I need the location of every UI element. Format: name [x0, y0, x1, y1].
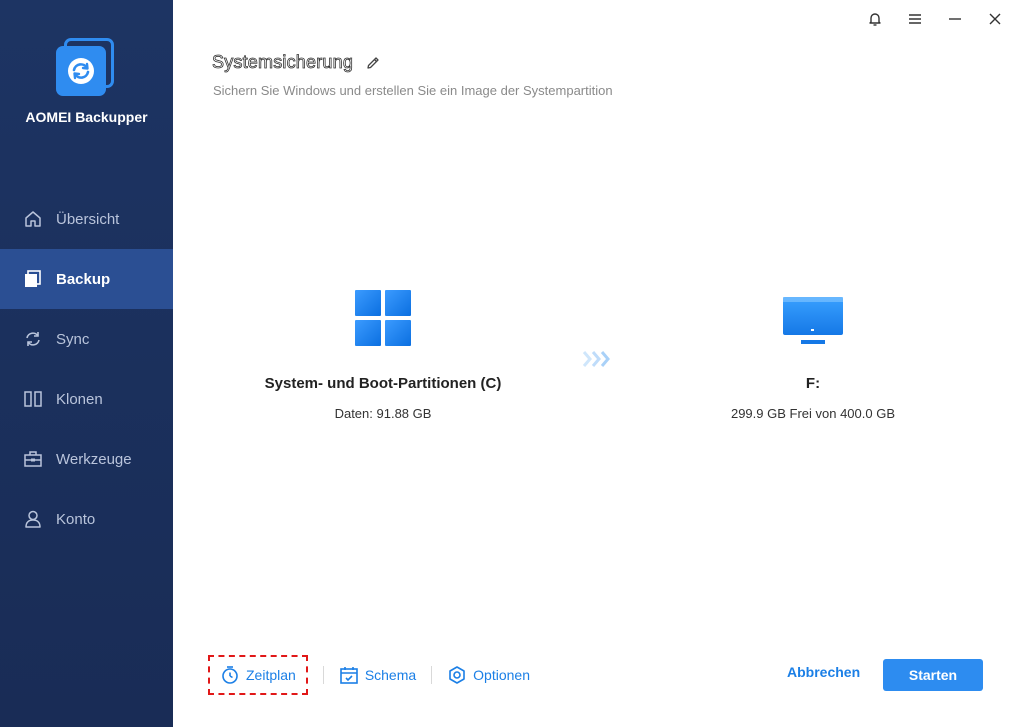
window-controls: [855, 8, 1015, 30]
sync-logo-icon: [68, 58, 94, 84]
clone-icon: [23, 389, 43, 409]
monitor-icon: [782, 290, 844, 346]
scheme-button[interactable]: Schema: [339, 655, 416, 695]
hamburger-icon: [909, 14, 921, 24]
sidebar: AOMEI Backupper Übersicht Backup Sync Kl…: [0, 0, 173, 727]
sidebar-item-label: Werkzeuge: [56, 450, 132, 468]
sidebar-item-sync[interactable]: Sync: [0, 309, 173, 369]
sidebar-item-clone[interactable]: Klonen: [0, 369, 173, 429]
source-selector[interactable]: System- und Boot-Partitionen (C) Daten: …: [255, 290, 511, 421]
sidebar-item-label: Konto: [56, 510, 96, 528]
destination-selector[interactable]: F: 299.9 GB Frei von 400.0 GB: [713, 290, 913, 421]
main-panel: Systemsicherung Sichern Sie Windows und …: [173, 0, 1023, 727]
close-icon: [989, 13, 1001, 25]
user-icon: [23, 509, 43, 529]
page-title[interactable]: Systemsicherung: [212, 52, 354, 73]
sidebar-item-overview[interactable]: Übersicht: [0, 189, 173, 249]
minimize-button[interactable]: [935, 8, 975, 30]
close-button[interactable]: [975, 8, 1015, 30]
sidebar-item-account[interactable]: Konto: [0, 489, 173, 549]
page-subtitle: Sichern Sie Windows und erstellen Sie ei…: [213, 83, 613, 98]
app-name: AOMEI Backupper: [25, 109, 148, 125]
windows-icon: [355, 290, 411, 346]
toolbox-icon: [23, 449, 43, 469]
stopwatch-icon: [220, 665, 240, 685]
options-button[interactable]: Optionen: [447, 655, 530, 695]
source-info: Daten: 91.88 GB: [334, 406, 432, 421]
sidebar-nav: Übersicht Backup Sync Klonen Werkzeuge K…: [0, 189, 173, 549]
scheme-label: Schema: [364, 667, 417, 683]
sidebar-item-label: Übersicht: [56, 210, 120, 228]
sidebar-item-label: Backup: [56, 270, 111, 288]
title-row: Systemsicherung: [212, 52, 381, 73]
sidebar-item-tools[interactable]: Werkzeuge: [0, 429, 173, 489]
backup-icon: [23, 269, 43, 289]
forward-arrows-icon: [582, 348, 614, 370]
sidebar-item-backup[interactable]: Backup: [0, 249, 173, 309]
bell-icon: [869, 13, 881, 26]
sync-icon: [23, 329, 43, 349]
destination-info: 299.9 GB Frei von 400.0 GB: [730, 406, 896, 421]
sidebar-item-label: Sync: [56, 330, 90, 348]
sidebar-item-label: Klonen: [56, 390, 103, 408]
home-icon: [23, 209, 43, 229]
edit-pencil-icon[interactable]: [365, 55, 381, 71]
toolbar-divider: [431, 666, 433, 684]
schedule-button[interactable]: Zeitplan: [208, 655, 308, 695]
schedule-label: Zeitplan: [246, 667, 296, 683]
menu-button[interactable]: [895, 8, 935, 30]
calendar-check-icon: [339, 665, 359, 685]
bottom-toolbar: Zeitplan Schema Optionen: [208, 653, 530, 697]
cancel-button[interactable]: Abbrechen: [787, 664, 860, 680]
app-window: AOMEI Backupper Übersicht Backup Sync Kl…: [0, 0, 1023, 727]
app-logo: [56, 38, 116, 96]
toolbar-divider: [322, 666, 324, 684]
options-label: Optionen: [473, 667, 530, 683]
notification-button[interactable]: [855, 8, 895, 30]
start-button[interactable]: Starten: [883, 659, 983, 691]
destination-title: F:: [805, 375, 821, 392]
minimize-icon: [949, 18, 961, 20]
gear-icon: [447, 665, 467, 685]
source-title: System- und Boot-Partitionen (C): [264, 375, 502, 392]
